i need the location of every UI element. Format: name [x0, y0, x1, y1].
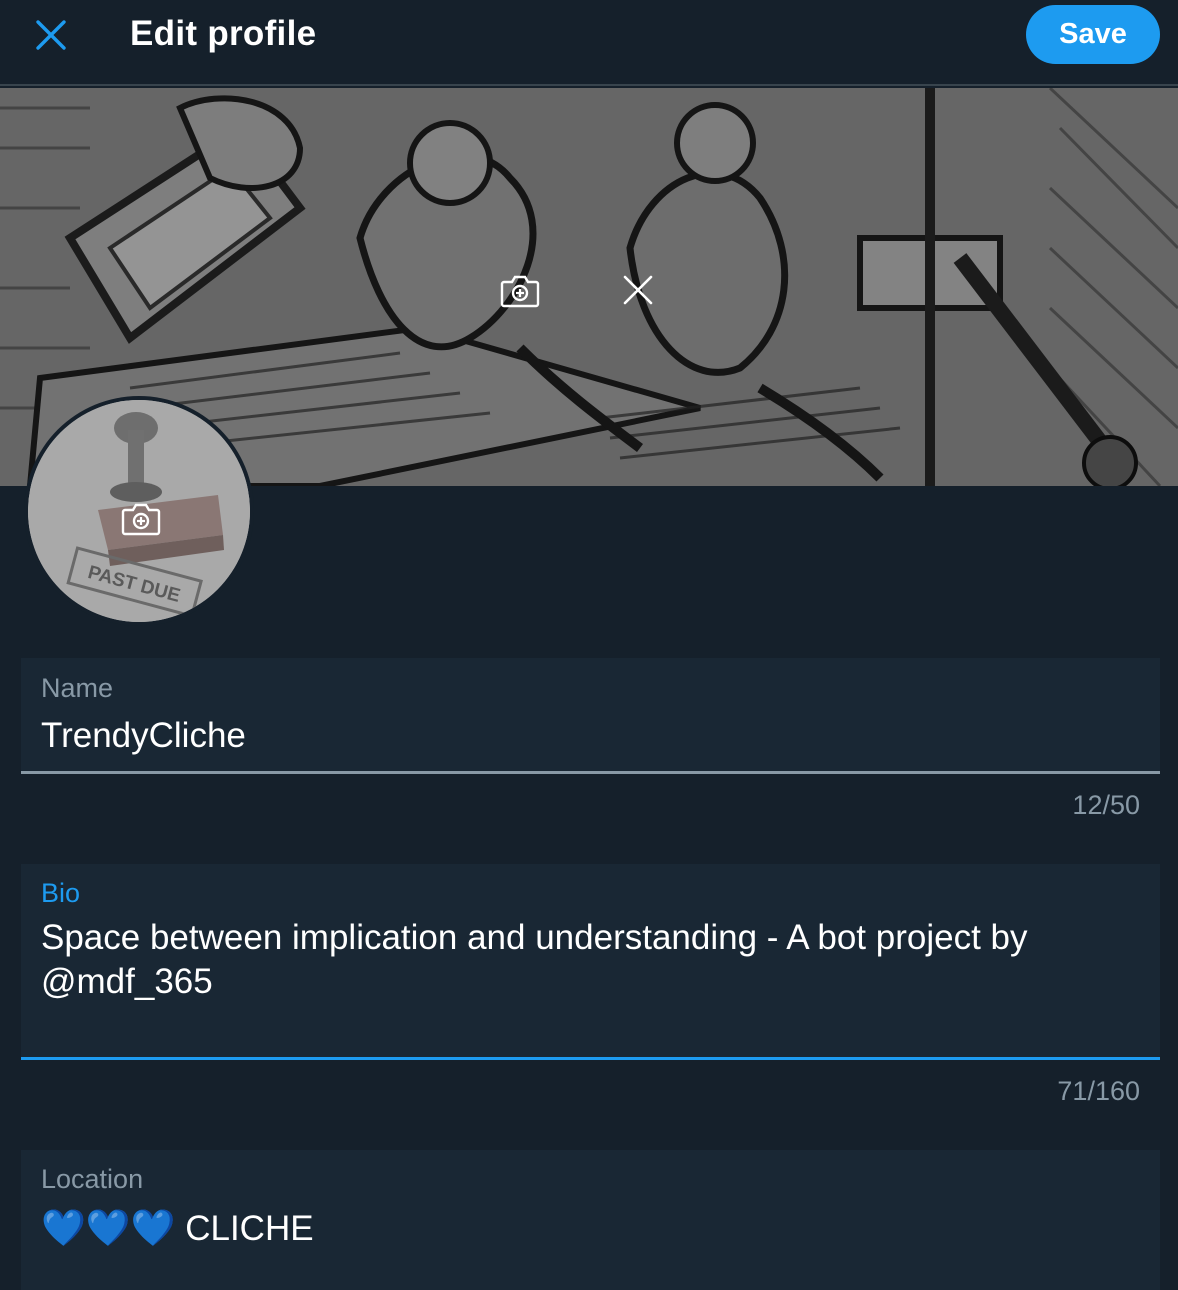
page-title: Edit profile [130, 14, 317, 53]
bio-label: Bio [41, 878, 81, 908]
bio-field[interactable]: Bio Space between implication and unders… [21, 864, 1160, 1060]
name-input[interactable]: TrendyCliche [41, 714, 1140, 758]
close-icon [623, 275, 653, 305]
avatar-add-photo-button[interactable] [116, 494, 166, 544]
location-input[interactable]: 💙💙💙 CLICHE [41, 1206, 1140, 1251]
avatar-image: PAST DUE [28, 400, 250, 622]
save-button[interactable]: Save [1026, 5, 1160, 64]
location-text: CLICHE [185, 1209, 314, 1248]
name-character-count: 12/50 [1072, 790, 1140, 820]
location-field[interactable]: Location 💙💙💙 CLICHE [21, 1150, 1160, 1290]
avatar: PAST DUE [24, 396, 254, 626]
blue-heart-emoji: 💙💙💙 [41, 1207, 176, 1248]
banner-add-photo-button[interactable] [495, 266, 545, 316]
banner-remove-photo-button[interactable] [613, 265, 663, 315]
close-icon [36, 20, 66, 50]
camera-plus-icon [500, 275, 540, 308]
name-label: Name [41, 673, 114, 703]
close-button[interactable] [22, 12, 80, 58]
bio-textarea[interactable]: Space between implication and understand… [41, 916, 1140, 1004]
name-field[interactable]: Name TrendyCliche [21, 658, 1160, 774]
location-label: Location [41, 1164, 144, 1194]
top-bar: Edit profile Save [0, 0, 1178, 86]
bio-character-count: 71/160 [1057, 1076, 1140, 1106]
camera-plus-icon [121, 503, 161, 536]
